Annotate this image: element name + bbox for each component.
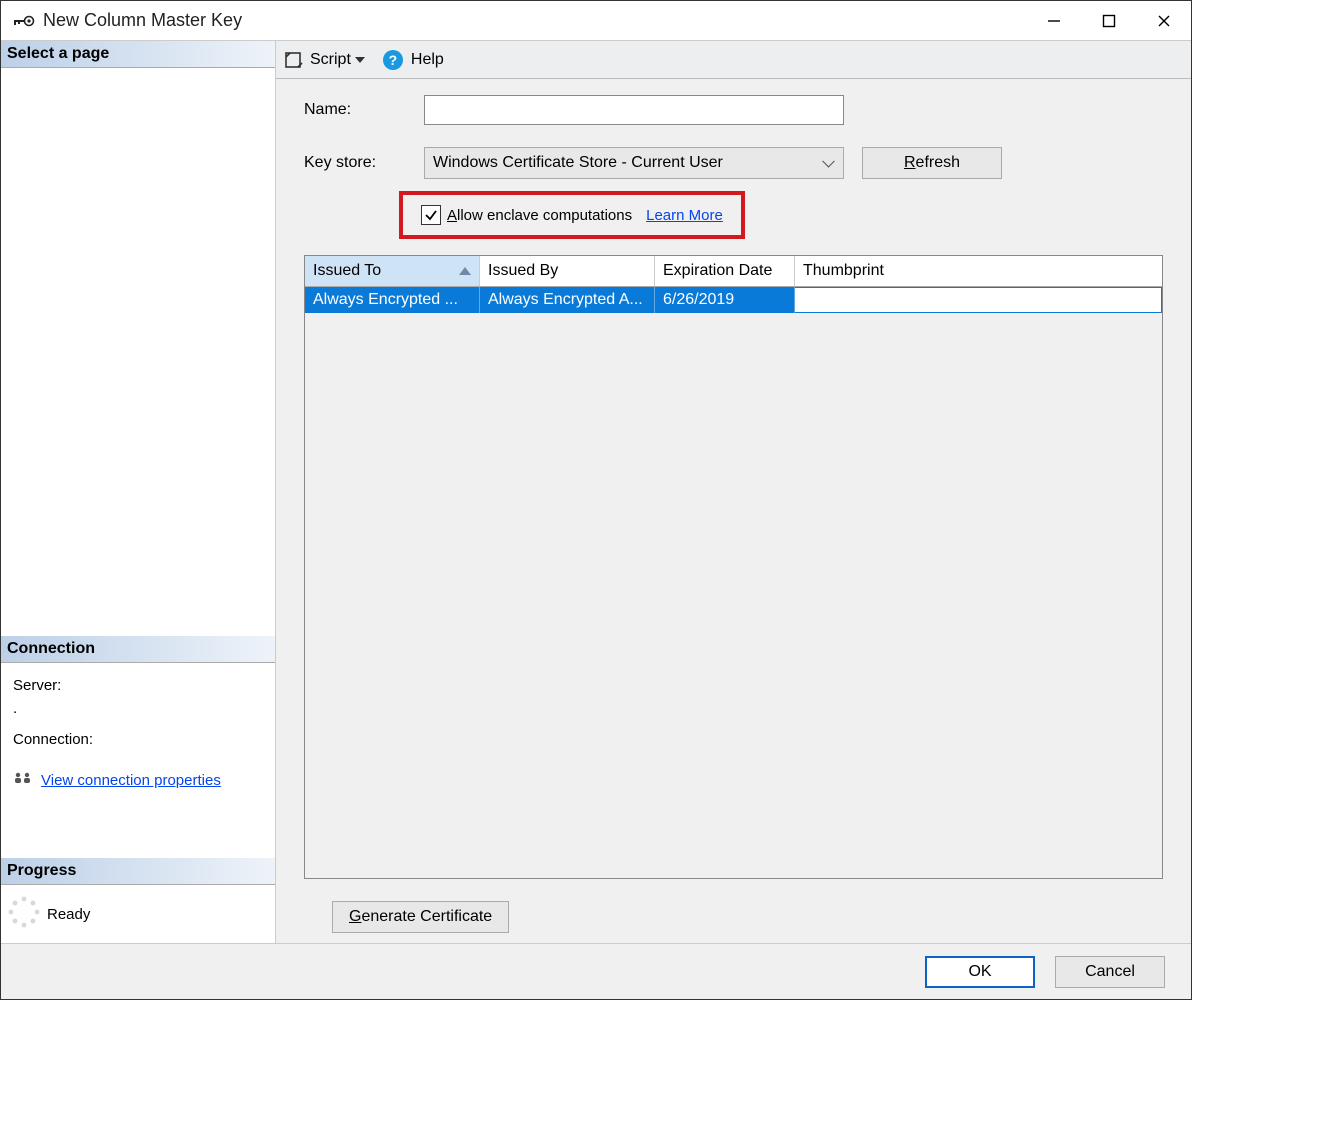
minimize-button[interactable] (1026, 1, 1081, 41)
select-page-header: Select a page (1, 41, 275, 68)
name-label: Name: (304, 101, 424, 119)
dialog-window: New Column Master Key Select a page Conn… (0, 0, 1192, 1000)
cell-expiration: 6/26/2019 (655, 287, 795, 313)
close-button[interactable] (1136, 1, 1191, 41)
server-label: Server: (13, 677, 263, 694)
keystore-value: Windows Certificate Store - Current User (433, 154, 723, 172)
connection-section: Server: . Connection: View connection pr… (1, 663, 275, 798)
col-issued-by[interactable]: Issued By (480, 256, 655, 286)
script-dropdown[interactable]: Script (310, 51, 365, 69)
sidebar: Select a page Connection Server: . Conne… (1, 41, 276, 943)
cell-thumbprint (795, 287, 1162, 313)
cell-issued-by: Always Encrypted A... (480, 287, 655, 313)
generate-certificate-button[interactable]: Generate Certificate (332, 901, 509, 933)
cancel-button[interactable]: Cancel (1055, 956, 1165, 988)
window-title: New Column Master Key (43, 10, 242, 31)
help-button[interactable]: Help (411, 51, 444, 69)
keystore-label: Key store: (304, 154, 424, 172)
server-value: . (13, 700, 263, 717)
col-expiration[interactable]: Expiration Date (655, 256, 795, 286)
name-input[interactable] (424, 95, 844, 125)
help-icon: ? (383, 50, 403, 70)
script-label: Script (310, 51, 351, 69)
progress-header: Progress (1, 858, 275, 885)
keystore-dropdown[interactable]: Windows Certificate Store - Current User (424, 147, 844, 179)
window-controls (1026, 1, 1191, 41)
titlebar: New Column Master Key (1, 1, 1191, 41)
connection-label: Connection: (13, 731, 263, 748)
key-icon (13, 13, 35, 29)
enclave-highlight-box: Allow enclave computations Learn More (399, 191, 745, 239)
allow-enclave-checkbox[interactable]: Allow enclave computations (421, 205, 632, 225)
toolbar: Script ? Help (276, 41, 1191, 79)
grid-row[interactable]: Always Encrypted ... Always Encrypted A.… (305, 287, 1162, 313)
sort-asc-icon (459, 267, 471, 275)
dialog-footer: OK Cancel (1, 943, 1191, 999)
content-area: Script ? Help Name: Key store: Win (276, 41, 1191, 943)
script-icon (284, 51, 304, 69)
view-connection-properties-link[interactable]: View connection properties (41, 772, 221, 789)
progress-status: Ready (47, 906, 90, 923)
grid-header-row: Issued To Issued By Expiration Date Thum… (305, 256, 1162, 287)
certificate-grid: Issued To Issued By Expiration Date Thum… (304, 255, 1163, 879)
spinner-icon (7, 895, 41, 933)
col-issued-to[interactable]: Issued To (305, 256, 480, 286)
col-thumbprint[interactable]: Thumbprint (795, 256, 1162, 286)
connection-icon (13, 770, 33, 790)
refresh-button[interactable]: Refresh (862, 147, 1002, 179)
connection-header: Connection (1, 636, 275, 663)
progress-section: Ready (1, 885, 275, 943)
maximize-button[interactable] (1081, 1, 1136, 41)
chevron-down-icon (355, 51, 365, 69)
learn-more-link[interactable]: Learn More (646, 207, 723, 224)
cell-issued-to: Always Encrypted ... (305, 287, 480, 313)
ok-button[interactable]: OK (925, 956, 1035, 988)
checkbox-icon (421, 205, 441, 225)
